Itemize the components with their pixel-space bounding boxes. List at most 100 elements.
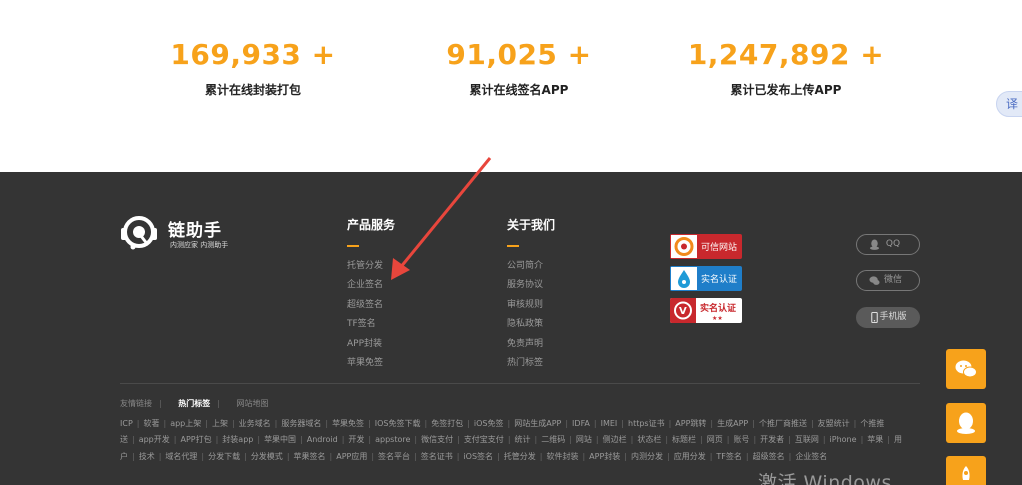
hot-tag-link[interactable]: TF签名 xyxy=(716,452,742,461)
tab-site-map[interactable]: 网站地图 xyxy=(237,399,269,408)
hot-tag-link[interactable]: 友盟统计 xyxy=(818,419,850,428)
link-separator: | xyxy=(371,451,375,461)
hot-tag-link[interactable]: 软件封装 xyxy=(546,452,578,461)
hot-tag-link[interactable]: app上架 xyxy=(170,419,201,428)
hot-tag-link[interactable]: 开发者 xyxy=(760,435,784,444)
hot-tag-link[interactable]: 侧边栏 xyxy=(603,435,627,444)
footer-link-app-packaging[interactable]: APP封装 xyxy=(347,335,395,354)
link-separator: | xyxy=(788,435,791,445)
hot-tag-link[interactable]: 网站生成APP xyxy=(514,419,561,428)
hot-tag-link[interactable]: iOS免签 xyxy=(474,419,504,428)
link-separator: | xyxy=(136,419,140,428)
tab-hot-tags[interactable]: 热门标签 xyxy=(178,399,210,408)
hot-tag-link[interactable]: 苹果免签 xyxy=(332,419,364,428)
hot-tag-link[interactable]: 上架 xyxy=(212,419,228,428)
stat-label: 累计已发布上传APP xyxy=(730,83,842,97)
link-separator: | xyxy=(132,451,135,461)
hot-tag-link[interactable]: appstore xyxy=(375,435,410,444)
mobile-version-button[interactable]: 手机版 xyxy=(856,307,920,328)
hot-tag-link[interactable]: 内测分发 xyxy=(631,452,663,461)
hot-tag-link[interactable]: 互联网 xyxy=(795,435,819,444)
hot-tag-link[interactable]: 个推厂商推送 xyxy=(759,419,807,428)
hot-tag-link[interactable]: APP封装 xyxy=(589,452,620,461)
hot-tag-link[interactable]: IDFA xyxy=(572,419,590,428)
hot-tag-link[interactable]: 苹果 xyxy=(867,435,883,444)
footer-link-super-signing[interactable]: 超级签名 xyxy=(347,296,395,315)
hot-tag-link[interactable]: ICP xyxy=(120,419,133,428)
hot-tag-link[interactable]: 网站 xyxy=(576,435,592,444)
hot-tag-link[interactable]: app开发 xyxy=(139,435,170,444)
hot-tag-link[interactable]: IMEI xyxy=(601,419,618,428)
brand-logo[interactable]: 链助手 内测应家 内测助手 xyxy=(120,214,250,254)
hot-tag-link[interactable]: 微信支付 xyxy=(421,435,453,444)
footer-link-disclaimer[interactable]: 免责声明 xyxy=(507,335,555,354)
footer-link-apple-free-sign[interactable]: 苹果免签 xyxy=(347,354,395,373)
realname-badge-blue[interactable]: 实名认证 xyxy=(670,266,742,291)
hot-tag-link[interactable]: 超级签名 xyxy=(753,452,785,461)
hot-tag-link[interactable]: 免签打包 xyxy=(431,419,463,428)
about-column: 关于我们 公司简介 服务协议 审核规则 隐私政策 免责声明 热门标签 xyxy=(507,216,555,373)
rocket-icon xyxy=(962,466,970,480)
hot-tag-link[interactable]: IOS免签下载 xyxy=(375,419,421,428)
float-wechat-button[interactable] xyxy=(946,349,986,389)
link-separator: | xyxy=(810,419,814,428)
hot-tag-link[interactable]: 状态栏 xyxy=(637,435,661,444)
link-separator: | xyxy=(158,451,162,461)
hot-tag-link[interactable]: APP打包 xyxy=(180,435,211,444)
hot-tag-link[interactable]: 托管分发 xyxy=(504,452,536,461)
wechat-button[interactable]: 微信 xyxy=(856,270,920,291)
hot-tag-link[interactable]: 封装app xyxy=(222,435,253,444)
hot-tag-link[interactable]: 二维码 xyxy=(541,435,565,444)
hot-tag-link[interactable]: 服务器域名 xyxy=(281,419,321,428)
footer-link-privacy-policy[interactable]: 隐私政策 xyxy=(507,315,555,334)
hot-tag-link[interactable]: 网页 xyxy=(707,435,723,444)
footer-link-hosted-distribution[interactable]: 托管分发 xyxy=(347,257,395,276)
hot-tag-link[interactable]: 苹果签名 xyxy=(294,452,326,461)
hot-tag-link[interactable]: 开发 xyxy=(348,435,364,444)
footer-link-tf-signing[interactable]: TF签名 xyxy=(347,315,395,334)
hot-tag-link[interactable]: 应用分发 xyxy=(674,452,706,461)
hot-tag-link[interactable]: 签名证书 xyxy=(421,452,453,461)
hot-tag-link[interactable]: 域名代理 xyxy=(165,452,197,461)
hot-tag-link[interactable]: 企业签名 xyxy=(795,452,827,461)
link-separator: | xyxy=(341,435,345,445)
trusted-site-badge[interactable]: 可信网站 xyxy=(670,234,742,259)
brand-subtitle: 内测应家 内测助手 xyxy=(170,241,229,249)
tab-friend-links[interactable]: 友情链接 xyxy=(120,399,152,408)
float-qq-button[interactable] xyxy=(946,403,986,443)
hot-tag-link[interactable]: 分发下载 xyxy=(208,452,240,461)
hot-tag-link[interactable]: 技术 xyxy=(139,452,155,461)
stat-label: 累计在线签名APP xyxy=(469,83,569,97)
hot-tag-link[interactable]: 软著 xyxy=(143,419,159,428)
stats-section: 169,933 + 累计在线封装打包 91,025 + 累计在线签名APP 1,… xyxy=(0,0,1022,172)
hot-tag-link[interactable]: Android xyxy=(307,435,338,444)
footer-link-review-rules[interactable]: 审核规则 xyxy=(507,296,555,315)
footer-link-service-agreement[interactable]: 服务协议 xyxy=(507,276,555,295)
hot-tag-link[interactable]: 统计 xyxy=(515,435,531,444)
float-back-to-top-button[interactable] xyxy=(946,456,986,485)
link-separator: | xyxy=(853,419,857,428)
hot-tag-link[interactable]: 标题栏 xyxy=(672,435,696,444)
hot-tag-link[interactable]: 业务域名 xyxy=(239,419,271,428)
link-separator: | xyxy=(630,435,634,445)
qq-button[interactable]: QQ xyxy=(856,234,920,255)
hot-tag-link[interactable]: https证书 xyxy=(628,419,665,428)
link-separator: | xyxy=(215,435,219,445)
translate-button[interactable]: 译 xyxy=(996,91,1022,117)
hot-tag-link[interactable]: 支付宝支付 xyxy=(464,435,504,444)
headset-logo-icon xyxy=(121,216,157,250)
realname-badge-red[interactable]: V 实名认证 ★★ xyxy=(670,298,742,323)
footer-link-enterprise-signing[interactable]: 企业签名 xyxy=(347,276,395,295)
footer-link-hot-tags[interactable]: 热门标签 xyxy=(507,354,555,373)
hot-tag-link[interactable]: 分发模式 xyxy=(251,452,283,461)
hot-tag-link[interactable]: iOS签名 xyxy=(463,452,493,461)
footer-link-company-intro[interactable]: 公司简介 xyxy=(507,257,555,276)
stat-signing: 91,025 + 累计在线签名APP xyxy=(389,38,649,98)
hot-tag-link[interactable]: iPhone xyxy=(830,435,857,444)
hot-tag-link[interactable]: 账号 xyxy=(733,435,749,444)
hot-tag-link[interactable]: APP跳转 xyxy=(675,419,706,428)
hot-tag-link[interactable]: 生成APP xyxy=(717,419,748,428)
hot-tag-link[interactable]: 苹果中国 xyxy=(264,435,296,444)
hot-tag-link[interactable]: 签名平台 xyxy=(378,452,410,461)
hot-tag-link[interactable]: APP应用 xyxy=(336,452,367,461)
